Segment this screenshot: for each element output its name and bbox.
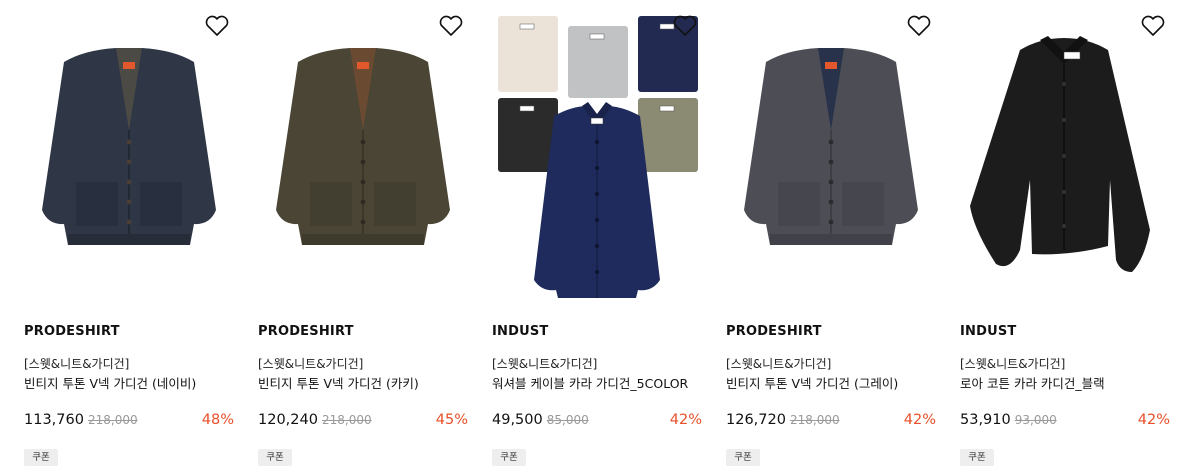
original-price: 85,000 [546,413,589,427]
product-name[interactable]: 빈티지 투톤 V넥 가디건 (네이비) [24,373,196,392]
sale-price-value: 49,500 [492,412,543,428]
product-card[interactable]: PRODESHIRT [스웻&니트&가디건] 빈티지 투톤 V넥 가디건 (카키… [234,0,468,469]
product-card[interactable]: INDUST [스웻&니트&가디건] 워셔블 케이블 카라 가디건_5COLOR… [468,0,702,469]
sale-price-value: 126,720 [726,412,786,428]
discount-rate: 42% [669,412,702,428]
main-collar-cardigan-illustration [534,102,660,298]
discount-rate: 42% [903,412,936,428]
product-image[interactable] [726,10,936,300]
brand-name[interactable]: PRODESHIRT [24,324,120,339]
coupon-badge: 쿠폰 [492,449,526,466]
wishlist-heart-icon[interactable] [906,14,932,38]
vneck-cardigan-illustration [744,48,918,245]
product-category: [스웻&니트&가디건] [726,357,832,371]
original-price: 93,000 [1014,413,1057,427]
discount-rate: 45% [435,412,468,428]
brand-name[interactable]: PRODESHIRT [726,324,822,339]
product-name[interactable]: 워셔블 케이블 카라 가디건_5COLOR [492,373,688,392]
product-image[interactable] [492,10,702,300]
sale-price: 113,760 218,000 [24,412,138,428]
sale-price-value: 53,910 [960,412,1011,428]
vneck-cardigan-illustration [42,48,216,245]
wishlist-heart-icon[interactable] [1140,14,1166,38]
sale-price-value: 113,760 [24,412,84,428]
discount-rate: 42% [1137,412,1170,428]
product-name[interactable]: 빈티지 투톤 V넥 가디건 (카키) [258,373,419,392]
wishlist-heart-icon[interactable] [438,14,464,38]
product-name[interactable]: 로아 코튼 카라 카디건_블랙 [960,373,1105,392]
product-image[interactable] [258,10,468,300]
product-category: [스웻&니트&가디건] [960,357,1066,371]
brand-name[interactable]: INDUST [960,324,1017,339]
collar-cardigan-illustration [970,36,1150,272]
product-name[interactable]: 빈티지 투톤 V넥 가디건 (그레이) [726,373,898,392]
original-price: 218,000 [789,413,840,427]
product-grid: PRODESHIRT [스웻&니트&가디건] 빈티지 투톤 V넥 가디건 (네이… [0,0,1201,469]
product-category: [스웻&니트&가디건] [24,357,130,371]
coupon-badge: 쿠폰 [960,449,994,466]
vneck-cardigan-illustration [276,48,450,245]
product-card[interactable]: INDUST [스웻&니트&가디건] 로아 코튼 카라 카디건_블랙 53,91… [936,0,1170,469]
product-card[interactable]: PRODESHIRT [스웻&니트&가디건] 빈티지 투톤 V넥 가디건 (그레… [702,0,936,469]
product-category: [스웻&니트&가디건] [492,357,598,371]
brand-name[interactable]: INDUST [492,324,549,339]
sale-price: 53,910 93,000 [960,412,1057,428]
original-price: 218,000 [87,413,138,427]
original-price: 218,000 [321,413,372,427]
wishlist-heart-icon[interactable] [204,14,230,38]
sale-price-value: 120,240 [258,412,318,428]
sale-price: 49,500 85,000 [492,412,589,428]
product-card[interactable]: PRODESHIRT [스웻&니트&가디건] 빈티지 투톤 V넥 가디건 (네이… [0,0,234,469]
brand-name[interactable]: PRODESHIRT [258,324,354,339]
product-image[interactable] [24,10,234,300]
product-image[interactable] [960,10,1170,300]
coupon-badge: 쿠폰 [258,449,292,466]
coupon-badge: 쿠폰 [24,449,58,466]
discount-rate: 48% [201,412,234,428]
coupon-badge: 쿠폰 [726,449,760,466]
product-category: [스웻&니트&가디건] [258,357,364,371]
sale-price: 120,240 218,000 [258,412,372,428]
sale-price: 126,720 218,000 [726,412,840,428]
wishlist-heart-icon[interactable] [672,14,698,38]
